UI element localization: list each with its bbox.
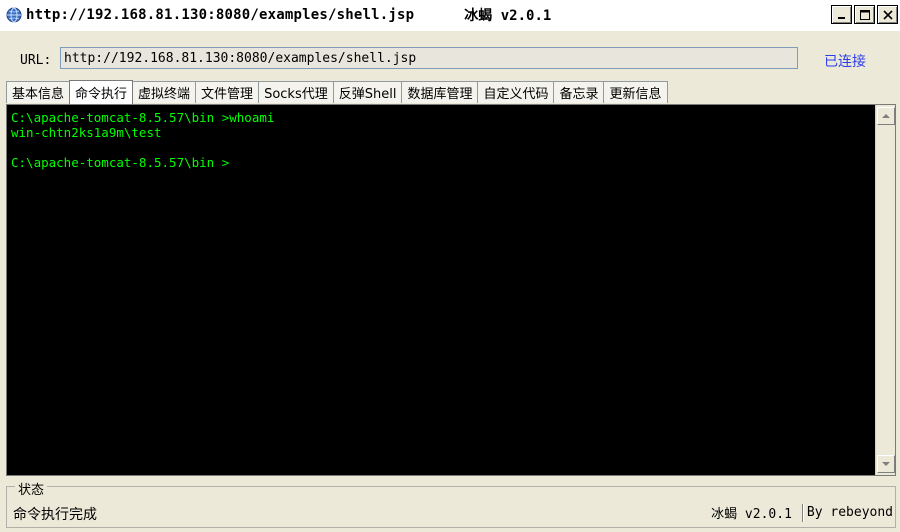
- minimize-icon: [837, 16, 845, 19]
- status-legend: 状态: [15, 479, 48, 498]
- tab-reverse-shell[interactable]: 反弹Shell: [332, 81, 403, 103]
- tab-label: Socks代理: [264, 87, 328, 102]
- tab-basic-info[interactable]: 基本信息: [6, 81, 71, 103]
- scroll-up-button[interactable]: [877, 107, 895, 125]
- tab-memo[interactable]: 备忘录: [553, 81, 605, 103]
- tab-label: 基本信息: [12, 87, 65, 102]
- tab-bar: 基本信息 命令执行 虚拟终端 文件管理 Socks代理 反弹Shell 数据库管…: [6, 80, 668, 104]
- window-controls: [829, 5, 898, 24]
- tab-update-info[interactable]: 更新信息: [603, 81, 668, 103]
- window-title-url: http://192.168.81.130:8080/examples/shel…: [26, 7, 415, 23]
- url-input[interactable]: [60, 47, 798, 69]
- tab-label: 文件管理: [201, 87, 254, 102]
- globe-icon: [6, 7, 22, 23]
- maximize-icon: [859, 9, 870, 20]
- tab-database-manager[interactable]: 数据库管理: [401, 81, 479, 103]
- window-title-app: 冰蝎 v2.0.1: [464, 8, 552, 24]
- terminal-line: C:\apache-tomcat-8.5.57\bin >: [11, 155, 230, 170]
- arrow-down-icon: [882, 462, 890, 466]
- tab-label: 反弹Shell: [338, 87, 397, 102]
- connection-status: 已连接: [824, 54, 866, 70]
- tab-label: 自定义代码: [483, 87, 549, 102]
- terminal-scrollbar[interactable]: [875, 105, 895, 475]
- command-terminal[interactable]: C:\apache-tomcat-8.5.57\bin >whoami win-c…: [7, 105, 875, 475]
- title-bar: http://192.168.81.130:8080/examples/shel…: [0, 0, 900, 30]
- terminal-panel: C:\apache-tomcat-8.5.57\bin >whoami win-c…: [6, 104, 896, 476]
- url-label: URL:: [20, 53, 52, 68]
- tab-file-manager[interactable]: 文件管理: [195, 81, 260, 103]
- tab-label: 更新信息: [609, 87, 662, 102]
- tab-label: 命令执行: [75, 87, 128, 102]
- status-box: 状态 命令执行完成 冰蝎 v2.0.1 By rebeyond: [6, 479, 896, 528]
- tab-custom-code[interactable]: 自定义代码: [477, 81, 555, 103]
- minimize-button[interactable]: [831, 5, 852, 24]
- terminal-line: win-chtn2ks1a9m\test: [11, 125, 162, 140]
- tab-command-exec[interactable]: 命令执行: [69, 80, 134, 104]
- close-button[interactable]: [877, 5, 898, 24]
- tab-label: 备忘录: [559, 87, 599, 102]
- arrow-up-icon: [882, 114, 890, 118]
- close-icon: [882, 9, 893, 20]
- status-divider: [801, 503, 803, 522]
- tab-socks-proxy[interactable]: Socks代理: [258, 81, 334, 103]
- scroll-down-button[interactable]: [877, 455, 895, 473]
- status-message: 命令执行完成: [13, 507, 97, 523]
- status-info: 冰蝎 v2.0.1 By rebeyond: [711, 503, 893, 522]
- url-bar: URL: 已连接: [0, 30, 900, 77]
- maximize-button[interactable]: [854, 5, 875, 24]
- terminal-line: C:\apache-tomcat-8.5.57\bin >whoami: [11, 110, 275, 125]
- author-label: By rebeyond: [806, 505, 893, 520]
- tab-label: 数据库管理: [407, 87, 473, 102]
- tab-label: 虚拟终端: [138, 87, 191, 102]
- tab-virtual-terminal[interactable]: 虚拟终端: [132, 81, 197, 103]
- version-label: 冰蝎 v2.0.1: [711, 507, 792, 522]
